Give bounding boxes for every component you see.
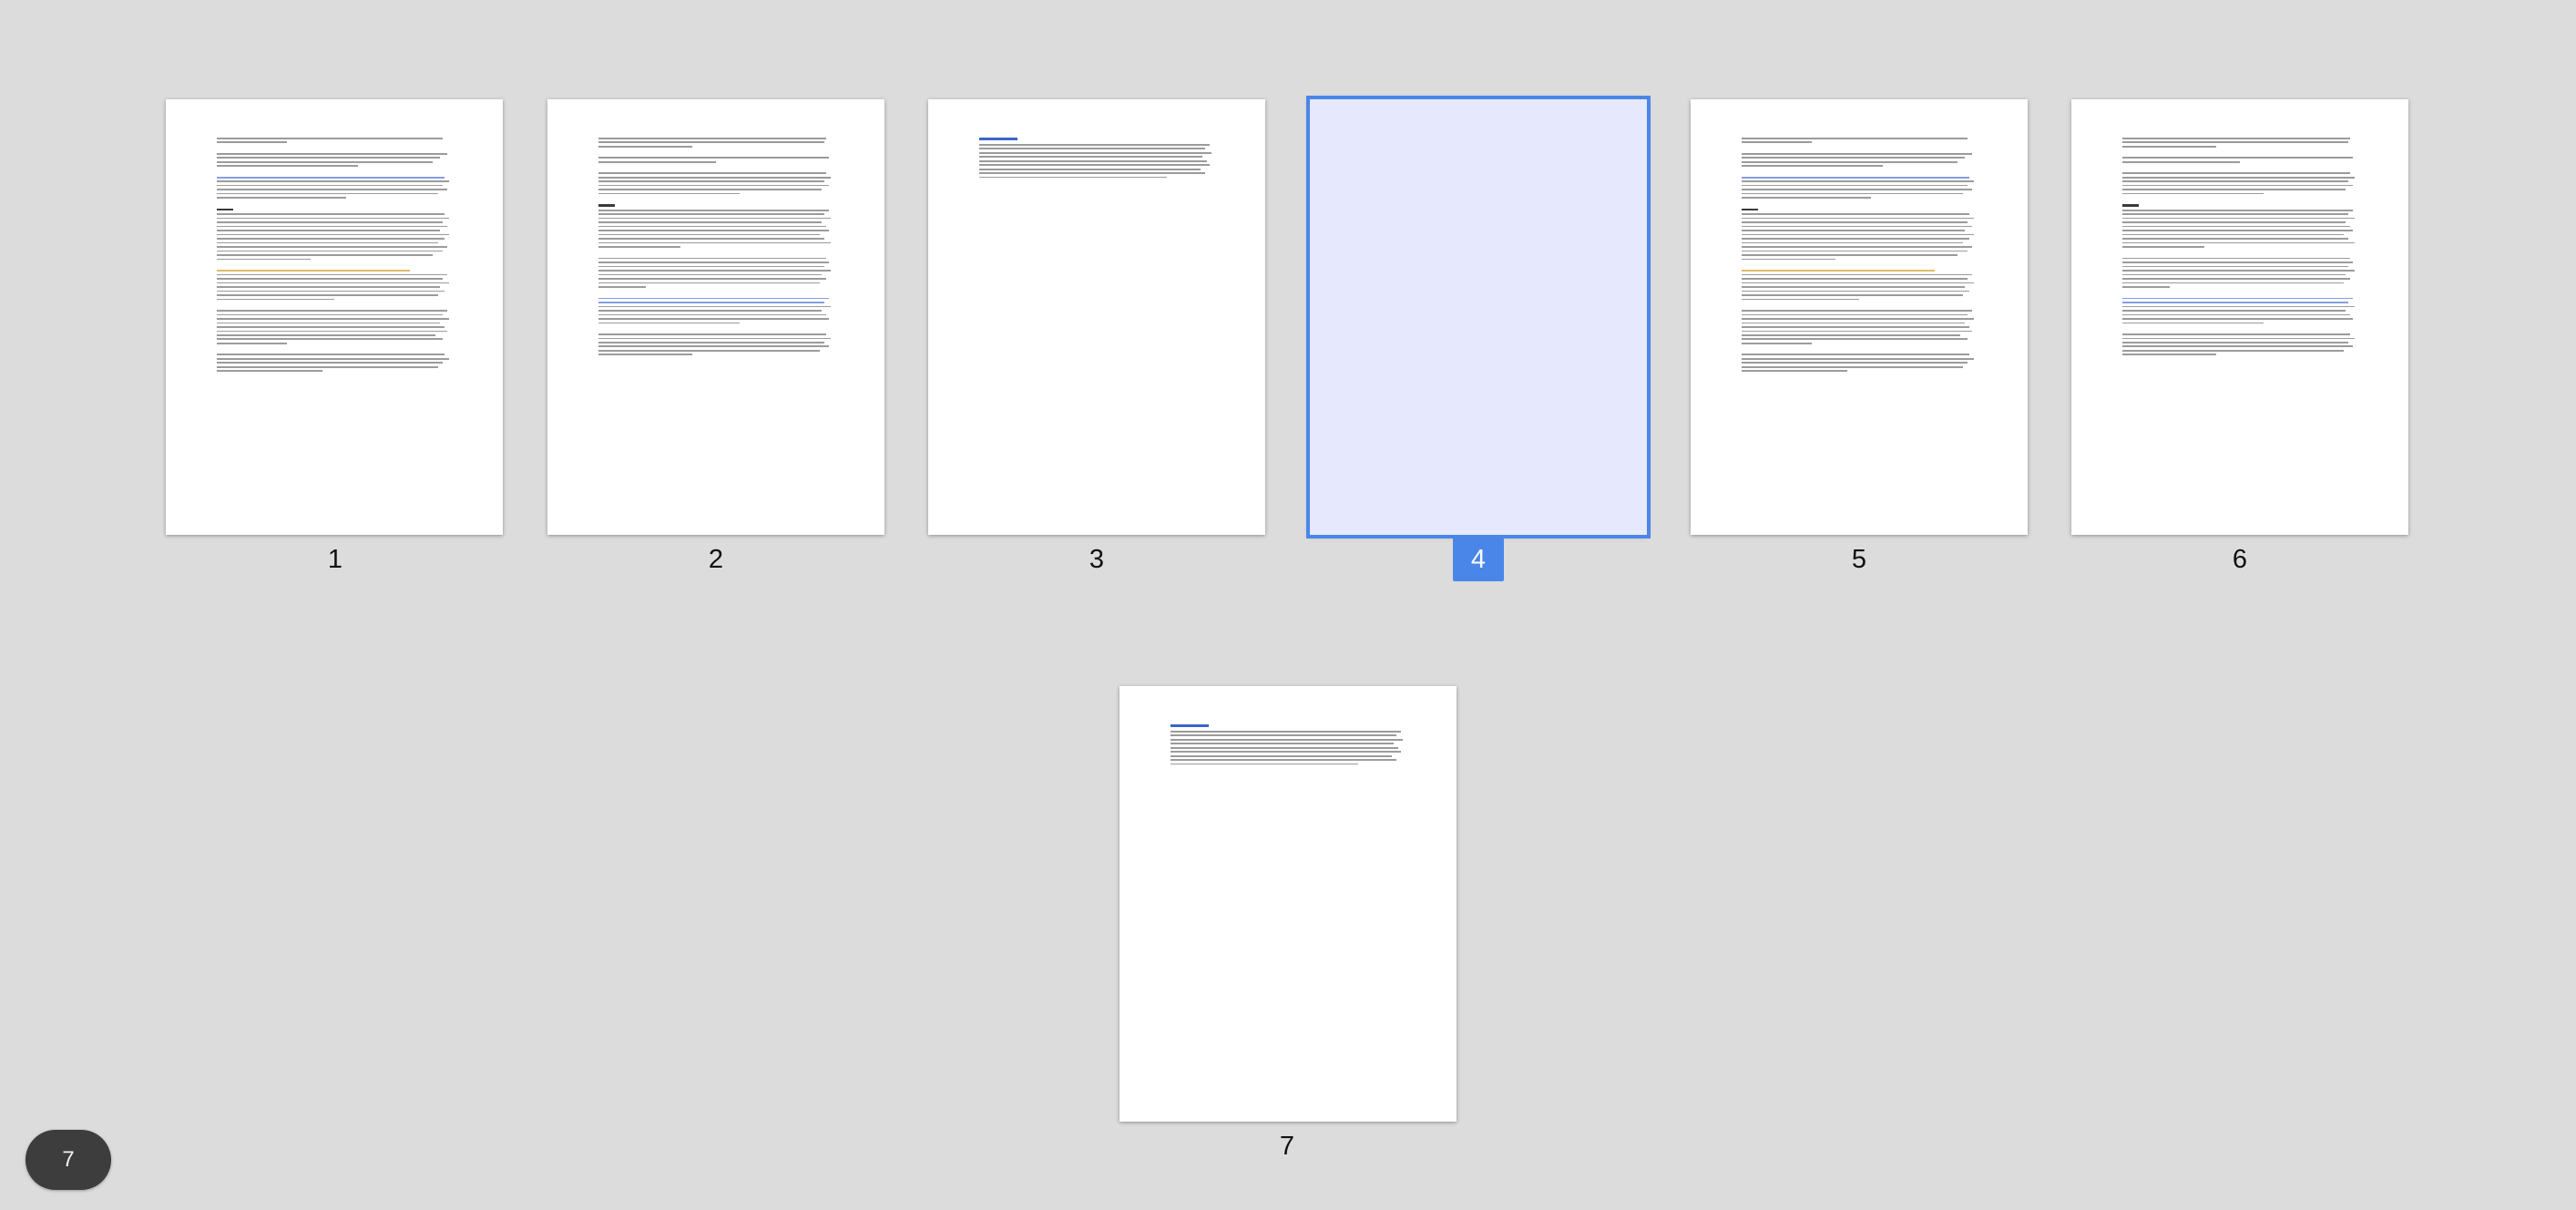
page-thumbnail-3[interactable] bbox=[928, 99, 1265, 535]
page-number-label: 2 bbox=[708, 545, 724, 574]
page-number-label: 3 bbox=[1089, 545, 1105, 574]
page-text-preview bbox=[1742, 138, 1977, 374]
page-thumbnail-5[interactable] bbox=[1691, 99, 2028, 535]
page-text-preview bbox=[1170, 724, 1406, 767]
page-thumbnail-7[interactable] bbox=[1119, 686, 1457, 1122]
page-thumbnail-6[interactable] bbox=[2071, 99, 2408, 535]
page-count-badge: 7 bbox=[26, 1130, 111, 1190]
page-text-preview bbox=[979, 138, 1214, 180]
page-number-label: 7 bbox=[1279, 1132, 1295, 1161]
page-text-preview bbox=[598, 138, 833, 358]
page-number-label: 5 bbox=[1851, 545, 1867, 574]
page-thumbnail-2[interactable] bbox=[547, 99, 884, 535]
page-text-preview bbox=[2122, 138, 2357, 358]
page-thumbnail-4[interactable] bbox=[1306, 96, 1651, 538]
page-number-label-selected: 4 bbox=[1453, 538, 1504, 581]
page-thumbnail-grid: 1 2 3 4 5 6 7 bbox=[0, 0, 2576, 1210]
page-thumbnail-1[interactable] bbox=[166, 99, 503, 535]
page-number-label: 1 bbox=[327, 545, 343, 574]
page-text-preview bbox=[217, 138, 452, 374]
page-number-label: 6 bbox=[2232, 545, 2248, 574]
